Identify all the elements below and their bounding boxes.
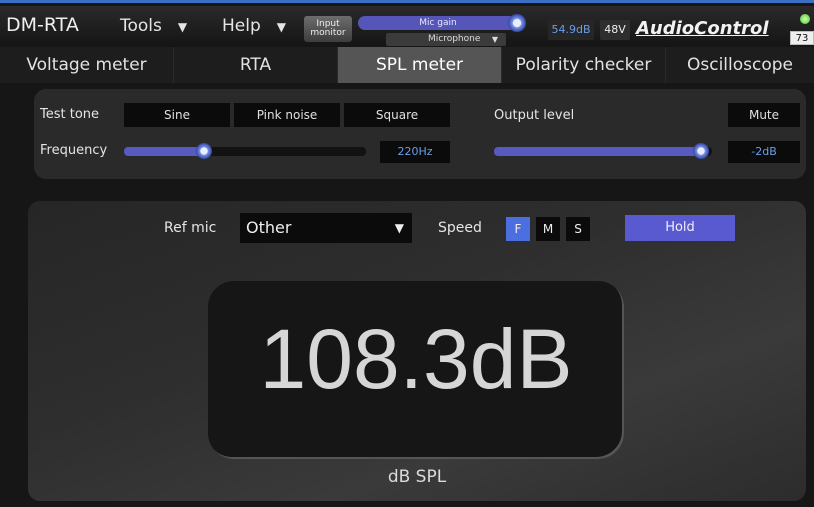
mute-button[interactable]: Mute bbox=[728, 103, 800, 127]
menu-help[interactable]: Help ▼ bbox=[222, 16, 286, 36]
triangle-down-icon: ▼ bbox=[491, 35, 498, 44]
output-level-label: Output level bbox=[494, 108, 575, 123]
tab-bar: Voltage meter RTA SPL meter Polarity che… bbox=[0, 47, 814, 83]
tab-polarity-checker[interactable]: Polarity checker bbox=[502, 47, 666, 83]
menu-help-label: Help bbox=[222, 16, 261, 36]
speed-label: Speed bbox=[438, 220, 482, 236]
ref-mic-select[interactable]: Other ▼ bbox=[240, 213, 412, 243]
microphone-select-value: Microphone bbox=[428, 34, 481, 44]
test-tone-panel: Test tone Sine Pink noise Square Output … bbox=[34, 89, 806, 179]
spl-readout-display: 108.3dB bbox=[208, 281, 624, 459]
input-level-readout: 54.9dB bbox=[548, 20, 594, 40]
triangle-down-icon: ▼ bbox=[276, 20, 286, 34]
menu-tools[interactable]: Tools ▼ bbox=[120, 16, 187, 36]
ref-mic-label: Ref mic bbox=[164, 220, 217, 236]
phantom-power-button[interactable]: 48V bbox=[600, 20, 630, 40]
mic-gain-knob[interactable] bbox=[508, 14, 526, 32]
square-button[interactable]: Square bbox=[344, 103, 450, 127]
tab-rta[interactable]: RTA bbox=[174, 47, 338, 83]
triangle-down-icon: ▼ bbox=[394, 221, 404, 235]
speed-medium-button[interactable]: M bbox=[536, 217, 560, 241]
microphone-select[interactable]: Microphone ▼ bbox=[386, 33, 506, 46]
tab-spl-meter[interactable]: SPL meter bbox=[338, 47, 502, 83]
brand-logo: AudioControl bbox=[636, 18, 769, 39]
frequency-slider[interactable] bbox=[124, 143, 366, 159]
triangle-down-icon: ▼ bbox=[177, 20, 188, 34]
output-level-slider[interactable] bbox=[494, 143, 712, 159]
speed-fast-button[interactable]: F bbox=[506, 217, 530, 241]
spl-unit-label: dB SPL bbox=[387, 467, 447, 487]
output-level-slider-fill bbox=[494, 147, 702, 156]
spl-reading: 108.3dB bbox=[259, 312, 573, 406]
menu-tools-label: Tools bbox=[120, 16, 162, 36]
speed-slow-button[interactable]: S bbox=[566, 217, 590, 241]
status-led-icon bbox=[800, 14, 810, 24]
tab-voltage-meter[interactable]: Voltage meter bbox=[0, 47, 174, 83]
top-bar: DM-RTA Tools ▼ Help ▼ Input monitor Mic ga… bbox=[0, 6, 814, 46]
pink-noise-button[interactable]: Pink noise bbox=[234, 103, 340, 127]
spl-panel: Ref mic Other ▼ Speed F M S Hold 108.3dB… bbox=[28, 201, 806, 501]
input-monitor-button[interactable]: Input monitor bbox=[304, 16, 352, 42]
output-level-slider-knob[interactable] bbox=[693, 143, 710, 159]
battery-indicator: 73 bbox=[790, 31, 814, 45]
frequency-label: Frequency bbox=[40, 143, 108, 158]
frequency-value: 220Hz bbox=[380, 141, 450, 163]
hold-button[interactable]: Hold bbox=[625, 215, 735, 241]
test-tone-label: Test tone bbox=[40, 107, 100, 122]
sine-button[interactable]: Sine bbox=[124, 103, 230, 127]
frequency-slider-knob[interactable] bbox=[195, 143, 212, 159]
app-window: DM-RTA Tools ▼ Help ▼ Input monitor Mic ga… bbox=[0, 0, 814, 507]
app-title: DM-RTA bbox=[6, 14, 79, 36]
frequency-slider-fill bbox=[124, 147, 204, 156]
ref-mic-value: Other bbox=[246, 218, 292, 237]
tab-oscilloscope[interactable]: Oscilloscope bbox=[666, 47, 814, 83]
output-level-value: -2dB bbox=[728, 141, 800, 163]
mic-gain-slider[interactable]: Mic gain bbox=[358, 16, 518, 30]
